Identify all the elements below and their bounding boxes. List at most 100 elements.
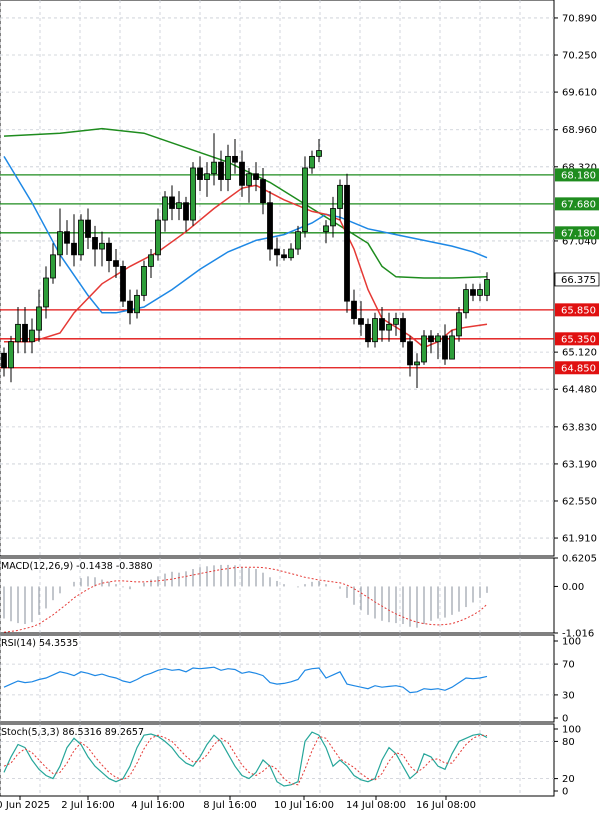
price-tick-label: 65.120 bbox=[562, 348, 597, 359]
x-tick-label: 30 Jun 2025 bbox=[0, 800, 50, 811]
candle-body-down bbox=[113, 260, 119, 267]
macd-signal-line bbox=[3, 566, 488, 633]
candle-14 bbox=[99, 231, 105, 267]
macd-tick-label: 0.6205 bbox=[562, 554, 597, 565]
candle-30 bbox=[211, 133, 217, 186]
candle-64 bbox=[449, 330, 455, 360]
stoch-tick-label: 0 bbox=[562, 787, 568, 798]
candle-3 bbox=[22, 306, 28, 354]
candle-body-down bbox=[267, 202, 273, 250]
candle-body-up bbox=[484, 279, 490, 296]
price-tick-label: 70.890 bbox=[562, 13, 597, 24]
candle-body-up bbox=[99, 242, 105, 250]
candle-body-up bbox=[456, 312, 462, 337]
candle-body-up bbox=[8, 341, 14, 369]
candle-body-down bbox=[365, 323, 371, 343]
candle-body-down bbox=[470, 289, 476, 296]
price-panel: 70.89070.25069.61068.96068.32067.04065.1… bbox=[0, 0, 600, 557]
candle-18 bbox=[127, 289, 133, 325]
candle-body-up bbox=[155, 219, 161, 256]
stoch-tick-label: 100 bbox=[562, 725, 581, 736]
candle-body-up bbox=[134, 294, 140, 314]
candle-6 bbox=[43, 266, 49, 319]
candle-body-up bbox=[295, 231, 301, 250]
candle-52 bbox=[365, 318, 371, 348]
candle-body-down bbox=[64, 231, 70, 244]
candle-body-down bbox=[71, 242, 77, 256]
candle-54 bbox=[379, 306, 385, 342]
candle-55 bbox=[386, 312, 392, 342]
candle-body-down bbox=[351, 300, 357, 319]
price-tick-label: 64.480 bbox=[562, 385, 597, 396]
price-tick-label: 69.610 bbox=[562, 88, 597, 99]
candle-12 bbox=[85, 208, 91, 250]
price-tick-label: 62.550 bbox=[562, 496, 597, 507]
candle-body-up bbox=[176, 202, 182, 209]
candle-51 bbox=[358, 301, 364, 336]
candle-body-up bbox=[386, 323, 392, 331]
candle-body-up bbox=[323, 225, 329, 233]
candle-body-down bbox=[358, 318, 364, 325]
candle-body-down bbox=[260, 179, 266, 204]
candle-body-up bbox=[316, 150, 322, 157]
candle-body-down bbox=[183, 202, 189, 221]
x-tick-label: 4 Jul 16:00 bbox=[131, 800, 185, 811]
candle-body-up bbox=[337, 184, 343, 209]
candle-body-up bbox=[330, 208, 336, 227]
x-tick-label: 10 Jul 16:00 bbox=[274, 800, 334, 811]
candle-body-up bbox=[288, 248, 294, 259]
candle-1 bbox=[8, 335, 14, 383]
rsi-tick-label: 100 bbox=[562, 637, 581, 648]
candle-59 bbox=[414, 353, 420, 389]
price-tick-label: 68.960 bbox=[562, 125, 597, 136]
candle-body-down bbox=[232, 155, 238, 163]
candle-31 bbox=[218, 150, 224, 192]
candle-body-up bbox=[414, 361, 420, 366]
candle-60 bbox=[421, 330, 427, 365]
candle-11 bbox=[78, 214, 84, 261]
candle-body-down bbox=[239, 161, 245, 186]
candle-body-down bbox=[218, 161, 224, 180]
stoch-k-line bbox=[3, 731, 488, 787]
candle-28 bbox=[197, 156, 203, 192]
level-tag-label: 67.680 bbox=[561, 199, 596, 210]
candle-32 bbox=[225, 144, 231, 192]
candle-body-down bbox=[428, 335, 434, 343]
x-tick-label: 16 Jul 08:00 bbox=[416, 800, 476, 811]
candle-body-up bbox=[309, 155, 315, 169]
candle-57 bbox=[400, 312, 406, 348]
macd-panel: 0.62050.00-1.016MACD(12,26,9) -0.1438 -0… bbox=[0, 554, 597, 640]
candle-body-down bbox=[274, 248, 280, 256]
candle-4 bbox=[29, 318, 35, 354]
candle-body-up bbox=[15, 323, 21, 343]
price-tick-label: 61.910 bbox=[562, 534, 597, 545]
candle-21 bbox=[148, 249, 154, 278]
candle-body-down bbox=[169, 196, 175, 209]
stoch-label: Stoch(5,3,3) 86.5316 89.2657 bbox=[1, 727, 144, 738]
x-tick-label: 8 Jul 16:00 bbox=[203, 800, 257, 811]
candle-body-down bbox=[400, 318, 406, 343]
x-tick-label: 2 Jul 16:00 bbox=[61, 800, 115, 811]
level-tag-label: 65.850 bbox=[561, 305, 596, 316]
candle-19 bbox=[134, 289, 140, 319]
candle-40 bbox=[281, 249, 287, 261]
candle-body-up bbox=[78, 219, 84, 256]
chart-root: 70.89070.25069.61068.96068.32067.04065.1… bbox=[0, 0, 600, 811]
candle-50 bbox=[351, 289, 357, 325]
candle-body-down bbox=[281, 254, 287, 259]
stoch-tick-label: 20 bbox=[562, 774, 575, 785]
rsi-label: RSI(14) 54.3535 bbox=[1, 638, 78, 649]
candle-body-down bbox=[407, 341, 413, 366]
candle-63 bbox=[442, 324, 448, 365]
candle-2 bbox=[15, 306, 21, 354]
candle-26 bbox=[183, 196, 189, 232]
candle-body-down bbox=[379, 318, 385, 331]
candle-body-down bbox=[344, 184, 350, 302]
candle-56 bbox=[393, 312, 399, 336]
candle-body-up bbox=[204, 173, 210, 180]
x-axis: 30 Jun 2025 2 Jul 16:00 4 Jul 16:00 8 Jul 1… bbox=[0, 796, 476, 811]
candle-43 bbox=[302, 156, 308, 238]
candle-body-down bbox=[127, 300, 133, 314]
candle-body-up bbox=[477, 289, 483, 296]
price-tick-label: 63.190 bbox=[562, 459, 597, 470]
